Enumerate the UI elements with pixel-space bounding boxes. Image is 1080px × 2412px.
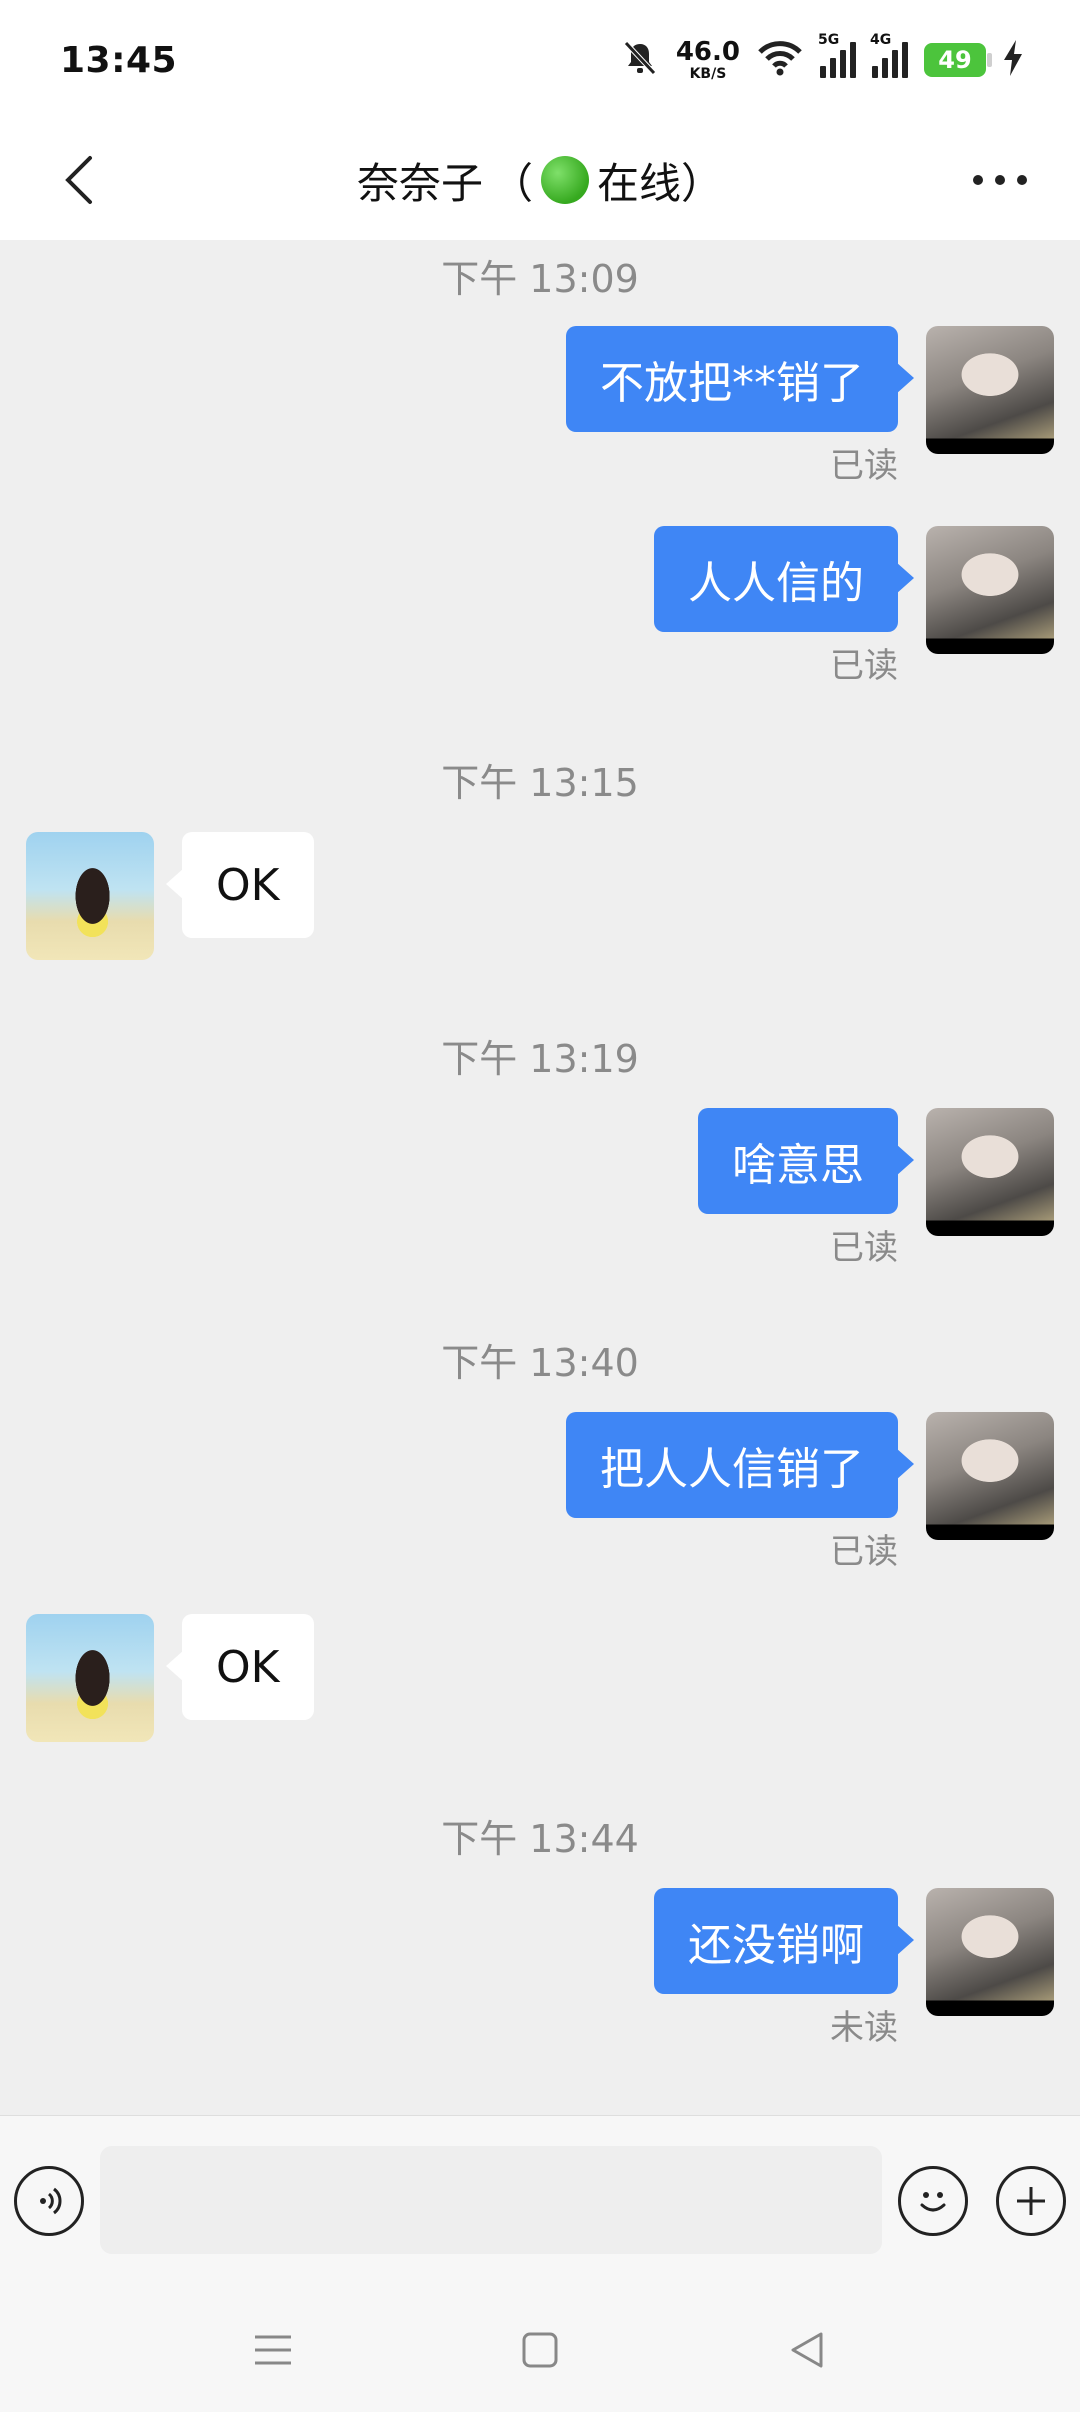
chat-title: 奈奈子 （ 在线） (357, 150, 723, 211)
timestamp: 下午 13:19 (441, 1037, 639, 1081)
signal-sim1-icon: 5G (818, 32, 856, 78)
voice-icon (40, 2187, 62, 2215)
my-avatar[interactable] (926, 1412, 1054, 1540)
input-bar (0, 2115, 1080, 2286)
message-bubble-peer[interactable]: OK (166, 1614, 314, 1720)
status-icons: 46.0 KB/S 5G 4G 49 (620, 32, 1024, 82)
system-nav-bar (0, 2285, 1080, 2412)
message-bubble-peer[interactable]: OK (166, 832, 314, 938)
back-triangle-icon (791, 2332, 823, 2368)
read-receipt: 已读 (830, 1228, 898, 1268)
chat-header: 奈奈子 （ 在线） (0, 120, 1080, 240)
bell-off-icon (620, 38, 660, 82)
message-bubble-me[interactable]: 啥意思 (698, 1108, 914, 1214)
chat-messages[interactable]: 下午 13:09 不放把**销了 已读 人人信的 已读 下午 13:15 OK … (0, 240, 1080, 2115)
voice-button[interactable] (14, 2166, 84, 2236)
my-avatar[interactable] (926, 326, 1054, 454)
nav-menu-button[interactable] (238, 2315, 308, 2385)
clock: 13:45 (60, 39, 178, 81)
read-receipt: 已读 (830, 646, 898, 686)
bolt-icon (1002, 38, 1024, 82)
online-status: 在线） (597, 158, 724, 208)
my-avatar[interactable] (926, 526, 1054, 654)
contact-avatar[interactable] (26, 832, 154, 960)
message-bubble-me[interactable]: 人人信的 (654, 526, 914, 632)
message-bubble-me[interactable]: 还没销啊 (654, 1888, 914, 1994)
message-bubble-me[interactable]: 把人人信销了 (566, 1412, 914, 1518)
more-button[interactable] (960, 150, 1040, 210)
my-avatar[interactable] (926, 1108, 1054, 1236)
emoji-icon (920, 2192, 946, 2212)
signal-sim2-icon: 4G (870, 32, 908, 78)
timestamp: 下午 13:15 (441, 761, 639, 805)
plus-button[interactable] (996, 2166, 1066, 2236)
timestamp: 下午 13:09 (441, 257, 639, 301)
battery-icon: 49 (924, 43, 992, 77)
my-avatar[interactable] (926, 1888, 1054, 2016)
menu-icon (255, 2335, 291, 2365)
back-arrow-icon (65, 156, 92, 204)
status-open-paren: （ (490, 158, 533, 208)
plus-icon (1017, 2187, 1045, 2215)
network-speed: 46.0 KB/S (675, 37, 740, 82)
back-button[interactable] (50, 150, 110, 210)
wifi-icon (756, 38, 804, 82)
timestamp: 下午 13:44 (441, 1817, 639, 1861)
status-bar: 13:45 46.0 KB/S 5G 4G 49 (0, 0, 1080, 120)
nav-home-button[interactable] (505, 2315, 575, 2385)
message-bubble-me[interactable]: 不放把**销了 (566, 326, 914, 432)
contact-avatar[interactable] (26, 1614, 154, 1742)
read-receipt: 已读 (830, 446, 898, 486)
emoji-button[interactable] (898, 2166, 968, 2236)
online-dot-icon (541, 156, 589, 204)
home-square-icon (522, 2332, 558, 2368)
timestamp: 下午 13:40 (441, 1341, 639, 1385)
more-dots-icon (973, 175, 1027, 185)
read-receipt: 已读 (830, 1532, 898, 1572)
nav-back-button[interactable] (772, 2315, 842, 2385)
message-input[interactable] (100, 2146, 882, 2254)
contact-name: 奈奈子 (356, 158, 483, 208)
unread-receipt: 未读 (830, 2008, 898, 2048)
